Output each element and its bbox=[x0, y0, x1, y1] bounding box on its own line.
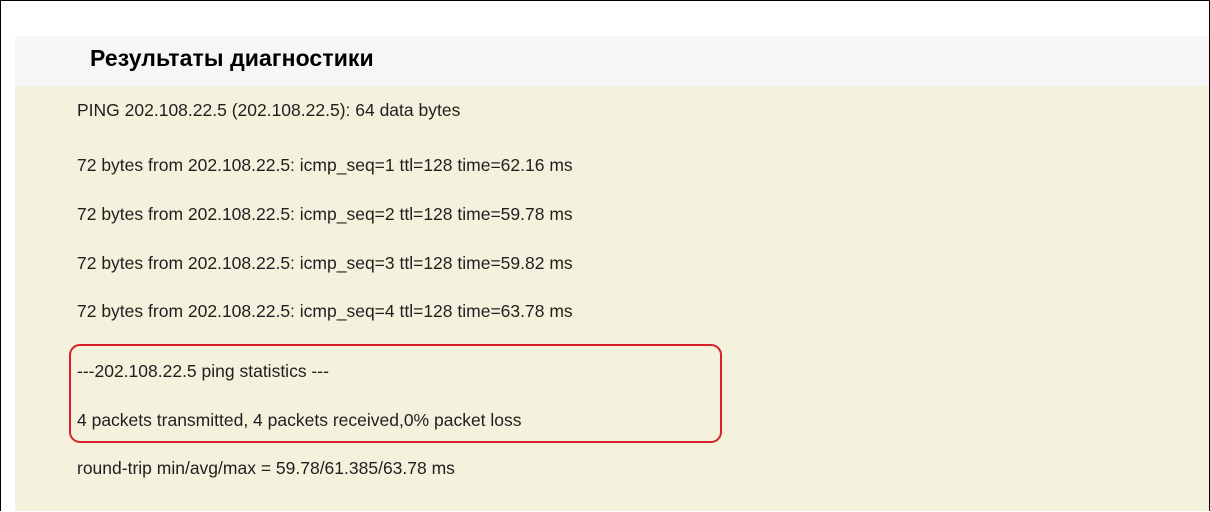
ping-header-line: PING 202.108.22.5 (202.108.22.5): 64 dat… bbox=[77, 100, 461, 120]
ping-statistics-summary: 4 packets transmitted, 4 packets receive… bbox=[77, 410, 522, 430]
ping-reply-line: 72 bytes from 202.108.22.5: icmp_seq=3 t… bbox=[77, 253, 573, 273]
ping-reply-line: 72 bytes from 202.108.22.5: icmp_seq=4 t… bbox=[77, 301, 573, 321]
ping-reply-line: 72 bytes from 202.108.22.5: icmp_seq=1 t… bbox=[77, 155, 573, 175]
round-trip-line: round-trip min/avg/max = 59.78/61.385/63… bbox=[77, 458, 455, 478]
ping-reply-line: 72 bytes from 202.108.22.5: icmp_seq=2 t… bbox=[77, 204, 573, 224]
panel-title: Результаты диагностики bbox=[90, 45, 374, 71]
screenshot-frame: Результаты диагностики PING 202.108.22.5… bbox=[0, 0, 1210, 511]
ping-statistics-header: ---202.108.22.5 ping statistics --- bbox=[77, 361, 329, 381]
